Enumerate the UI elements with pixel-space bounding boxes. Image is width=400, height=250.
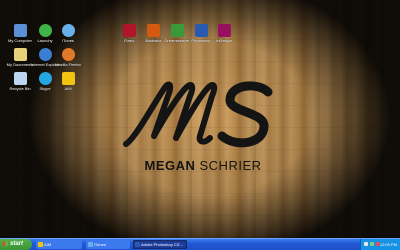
task-label: Adobe Photoshop CS... <box>141 242 183 247</box>
wallpaper-logo: MEGAN SCHRIER <box>118 78 288 188</box>
brand-first-name: MEGAN <box>144 158 196 173</box>
start-button[interactable]: start <box>0 239 32 250</box>
desktop-icon-indesign[interactable]: InDesign <box>210 24 238 43</box>
taskbar-item-itunes[interactable]: iTunes <box>86 240 130 249</box>
task-label: iTunes <box>94 242 106 247</box>
start-label: start <box>10 241 24 247</box>
s-script-stroke <box>217 81 273 148</box>
desktop-icon-itunes[interactable]: iTunes <box>54 24 82 43</box>
aim-running-man-icon <box>61 72 75 85</box>
skype-icon <box>38 72 52 85</box>
desktop[interactable]: My Computer Launchy iTunes My Documents … <box>0 0 400 238</box>
taskbar: start AIM iTunes Adobe Photoshop CS... 1… <box>0 238 400 250</box>
illustrator-icon <box>146 24 160 37</box>
windows-logo-icon <box>3 240 8 246</box>
network-icon[interactable] <box>370 242 374 246</box>
documents-icon <box>13 48 27 61</box>
m-script-stroke <box>123 81 218 147</box>
desktop-icon-my-computer[interactable]: My Computer <box>6 24 34 43</box>
computer-icon <box>13 24 27 37</box>
photoshop-icon <box>135 242 140 247</box>
clock[interactable]: 12:09 PM <box>380 239 397 250</box>
aim-icon <box>38 242 43 247</box>
ms-monogram <box>123 81 273 148</box>
desktop-icon-recycle-bin[interactable]: Recycle Bin <box>6 72 34 91</box>
firefox-icon <box>61 48 75 61</box>
itunes-icon <box>88 242 93 247</box>
photoshop-icon <box>194 24 208 37</box>
indesign-icon <box>217 24 231 37</box>
internet-explorer-icon <box>38 48 52 61</box>
recycle-bin-icon <box>13 72 27 85</box>
desktop-icon-aim[interactable]: AIM <box>54 72 82 91</box>
task-label: AIM <box>44 242 52 247</box>
desktop-icon-my-documents[interactable]: My Documents <box>6 48 34 67</box>
dreamweaver-icon <box>170 24 184 37</box>
system-tray: 12:09 PM <box>360 239 400 250</box>
desktop-icon-mozilla-firefox[interactable]: Mozilla Firefox <box>54 48 82 67</box>
flash-icon <box>122 24 136 37</box>
itunes-icon <box>61 24 75 37</box>
taskbar-item-photoshop[interactable]: Adobe Photoshop CS... <box>133 240 187 249</box>
taskbar-item-aim[interactable]: AIM <box>36 240 82 249</box>
launchy-icon <box>38 24 52 37</box>
brand-last-name: SCHRIER <box>199 158 262 173</box>
volume-icon[interactable] <box>364 242 368 246</box>
brand-name: MEGAN SCHRIER <box>118 158 288 173</box>
